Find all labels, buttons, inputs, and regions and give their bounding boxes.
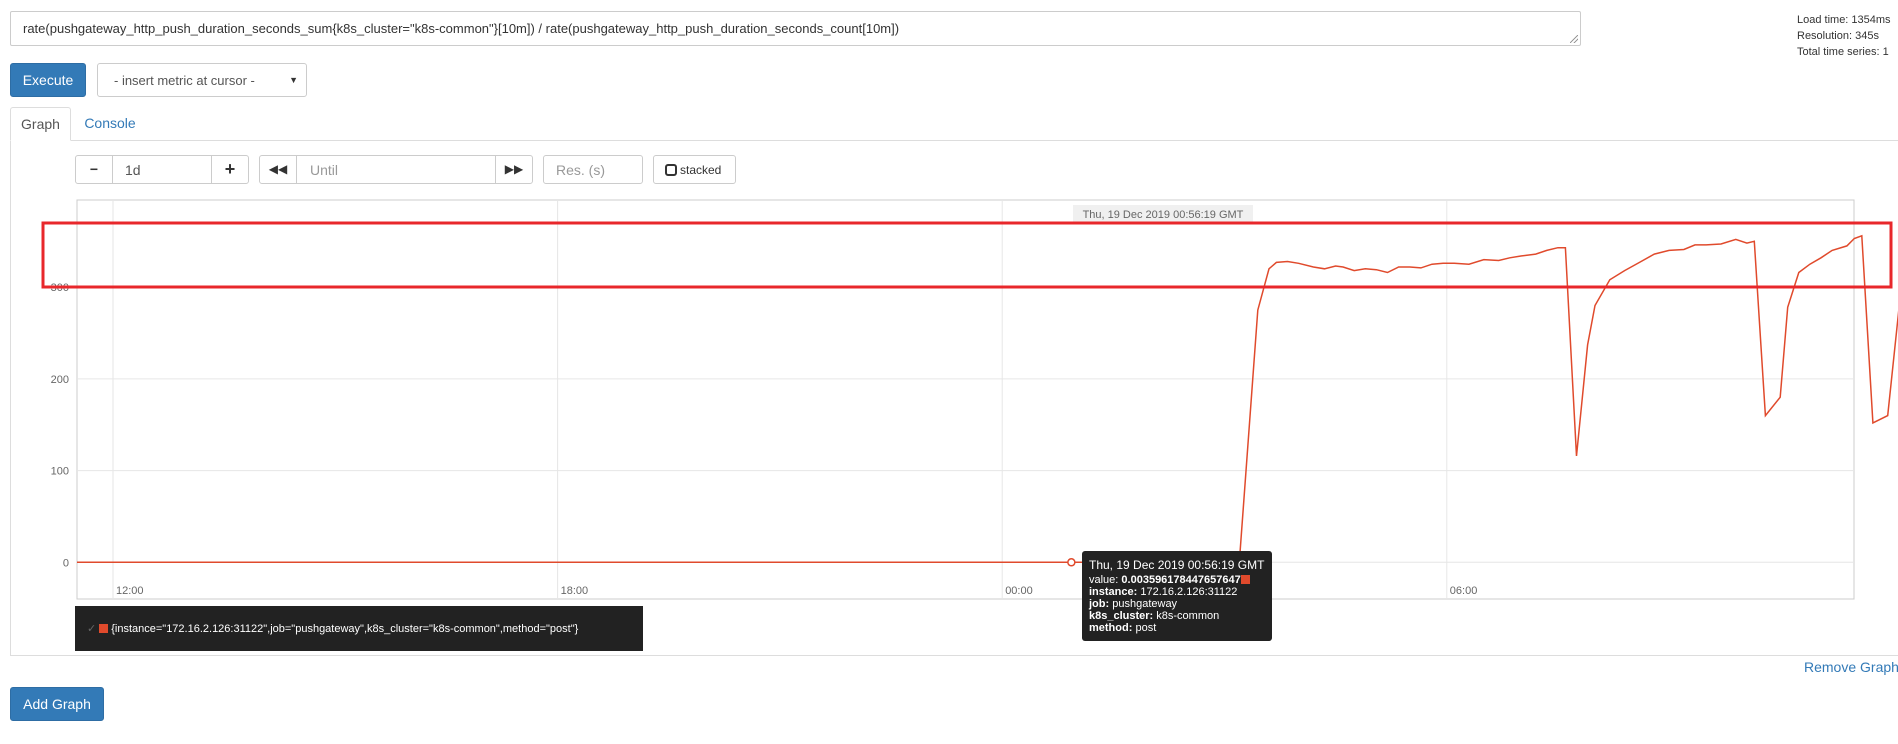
range-increase-button[interactable]: + — [211, 155, 249, 184]
stacked-toggle[interactable]: stacked — [653, 155, 736, 184]
tooltip-cluster-label: k8s_cluster: — [1089, 610, 1154, 622]
fast-forward-icon: ▶▶ — [504, 162, 524, 176]
legend[interactable]: ✓ {instance="172.16.2.126:31122",job="pus… — [75, 606, 643, 651]
execute-button[interactable]: Execute — [10, 63, 86, 97]
tooltip-value-row: value: 0.003596178447657647 — [1089, 574, 1272, 586]
range-decrease-button[interactable]: − — [75, 155, 113, 184]
caret-down-icon: ▼ — [289, 75, 298, 85]
tooltip-instance-row: instance: 172.16.2.126:31122 — [1089, 586, 1272, 598]
hover-tooltip: Thu, 19 Dec 2019 00:56:19 GMT value: 0.0… — [1082, 551, 1272, 641]
insert-metric-select[interactable]: - insert metric at cursor - ▼ — [97, 63, 307, 97]
expression-text: rate(pushgateway_http_push_duration_seco… — [23, 21, 900, 36]
load-time: Load time: 1354ms — [1797, 14, 1891, 26]
add-graph-button[interactable]: Add Graph — [10, 687, 104, 721]
tab-graph[interactable]: Graph — [10, 107, 71, 141]
tooltip-value-label: value: — [1089, 574, 1119, 586]
tooltip-method-label: method: — [1089, 622, 1133, 634]
until-input[interactable]: Until — [296, 155, 496, 184]
series-swatch — [1240, 575, 1250, 584]
tooltip-cluster-row: k8s_cluster: k8s-common — [1089, 610, 1272, 622]
tooltip-value: 0.003596178447657647 — [1121, 574, 1241, 586]
tooltip-time: Thu, 19 Dec 2019 00:56:19 GMT — [1089, 558, 1265, 572]
series-swatch — [99, 624, 109, 633]
checkbox-icon — [665, 164, 677, 176]
insert-metric-label: - insert metric at cursor - — [114, 73, 255, 88]
tooltip-instance-label: instance: — [1089, 586, 1138, 598]
until-forward-button[interactable]: ▶▶ — [495, 155, 533, 184]
tooltip-job: pushgateway — [1112, 598, 1178, 610]
tooltip-job-label: job: — [1089, 598, 1110, 610]
expression-input[interactable]: rate(pushgateway_http_push_duration_seco… — [10, 11, 1581, 46]
tooltip-instance: 172.16.2.126:31122 — [1140, 586, 1238, 598]
query-stats: Load time: 1354ms Resolution: 345s Total… — [1797, 12, 1891, 60]
resolution: Resolution: 345s — [1797, 30, 1879, 42]
tooltip-method: post — [1135, 622, 1157, 634]
resize-grip-icon[interactable] — [1570, 35, 1578, 43]
graph-panel — [10, 140, 1898, 656]
check-icon: ✓ — [87, 623, 97, 635]
tooltip-method-row: method: post — [1089, 622, 1272, 634]
resolution-input[interactable]: Res. (s) — [543, 155, 643, 184]
range-input[interactable]: 1d — [112, 155, 212, 184]
tooltip-cluster: k8s-common — [1156, 610, 1220, 622]
until-back-button[interactable]: ◀◀ — [259, 155, 297, 184]
tab-console[interactable]: Console — [71, 107, 149, 141]
tooltip-job-row: job: pushgateway — [1089, 598, 1272, 610]
total-time-series: Total time series: 1 — [1797, 46, 1889, 58]
legend-series-label: {instance="172.16.2.126:31122",job="push… — [111, 623, 579, 635]
remove-graph-link[interactable]: Remove Graph — [1804, 659, 1898, 675]
stacked-label: stacked — [680, 163, 722, 177]
rewind-icon: ◀◀ — [268, 162, 288, 176]
